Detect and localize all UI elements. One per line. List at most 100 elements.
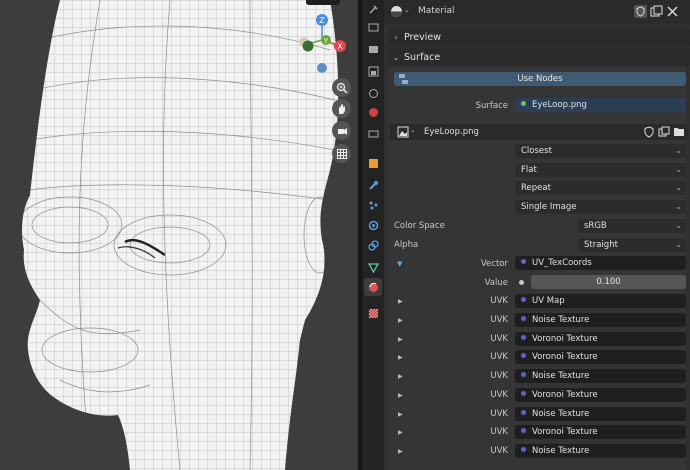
uvk-label: UVK [490, 427, 508, 437]
color-space-label: Color Space [394, 221, 445, 231]
chevron-down-icon: ⌄ [675, 183, 682, 192]
socket-dot [521, 428, 526, 433]
uvk-input-field[interactable]: Voronoi Texture [515, 425, 686, 439]
value-label: Value [484, 278, 508, 288]
expand-right-icon[interactable]: ▶ [398, 336, 403, 343]
image-icon[interactable] [397, 126, 409, 138]
expand-right-icon[interactable]: ▶ [398, 448, 403, 455]
socket-dot [521, 410, 526, 415]
material-type-icon[interactable] [390, 5, 403, 18]
physics-tab-icon[interactable] [364, 216, 382, 234]
svg-text:Y: Y [323, 37, 329, 45]
vector-label: Vector [480, 259, 508, 269]
expand-right-icon[interactable]: ▶ [398, 411, 403, 418]
socket-dot [521, 447, 526, 452]
surface-shader-field[interactable]: EyeLoop.png [515, 98, 686, 112]
expand-right-icon[interactable]: ▶ [398, 317, 403, 324]
extension-dropdown[interactable]: Repeat ⌄ [515, 181, 686, 195]
socket-dot [521, 335, 526, 340]
node-tree-icon [399, 74, 408, 84]
header-title: Material [418, 6, 455, 16]
value-slider[interactable]: 0.100 [531, 275, 686, 289]
interpolation-dropdown[interactable]: Closest ⌄ [515, 144, 686, 158]
uvk-input-field[interactable]: Noise Texture [515, 407, 686, 421]
expand-right-icon[interactable]: ▶ [398, 429, 403, 436]
uvk-label: UVK [490, 446, 508, 456]
chevron-down-icon: ⌄ [675, 221, 682, 230]
socket-dot [519, 280, 524, 285]
surface-panel-header[interactable]: ⌄ Surface [388, 48, 690, 67]
socket-dot [521, 259, 526, 264]
uvk-label: UVK [490, 371, 508, 381]
scene-tab-icon[interactable] [364, 84, 382, 102]
image-name[interactable]: EyeLoop.png [424, 127, 479, 137]
tool-tab-icon[interactable] [364, 0, 382, 18]
texture-tab-icon[interactable] [364, 304, 382, 322]
open-folder-icon[interactable] [673, 126, 685, 138]
svg-text:X: X [337, 42, 343, 51]
surface-label: Surface [475, 101, 508, 111]
expand-right-icon[interactable]: ▶ [398, 298, 403, 305]
zoom-icon[interactable] [332, 78, 351, 97]
svg-text:Z: Z [319, 16, 325, 25]
camera-view-icon[interactable] [332, 121, 351, 140]
expand-right-icon[interactable]: ▶ [398, 373, 403, 380]
expand-right-icon[interactable]: ▶ [398, 392, 403, 399]
uvk-input-field[interactable]: Voronoi Texture [515, 350, 686, 364]
chevron-down-icon[interactable]: ⌄ [404, 6, 410, 14]
uvk-input-field[interactable]: Noise Texture [515, 444, 686, 458]
color-space-dropdown[interactable]: sRGB ⌄ [578, 219, 686, 233]
uvk-input-field[interactable]: Voronoi Texture [515, 332, 686, 346]
preview-panel-header[interactable]: › Preview [388, 28, 690, 47]
navigation-gizmo[interactable]: Z X Y [290, 6, 350, 86]
fake-user-shield-icon[interactable] [643, 126, 655, 138]
world-tab-icon[interactable] [364, 103, 382, 121]
expand-right-icon[interactable]: ▶ [398, 354, 403, 361]
collection-tab-icon[interactable] [364, 124, 382, 142]
uvk-label: UVK [490, 390, 508, 400]
data-tab-icon[interactable] [364, 258, 382, 276]
chevron-down-icon: ⌄ [675, 202, 682, 211]
uvk-input-field[interactable]: UV Map [515, 294, 686, 308]
output-tab-icon[interactable] [364, 40, 382, 58]
properties-tabs [362, 0, 384, 470]
duplicate-icon[interactable] [658, 126, 670, 138]
alpha-dropdown[interactable]: Straight ⌄ [578, 238, 686, 252]
uvk-input-field[interactable]: Noise Texture [515, 313, 686, 327]
chevron-down-icon[interactable]: ⌄ [410, 126, 416, 134]
vector-input-field[interactable]: UV_TexCoords [515, 256, 686, 270]
3d-viewport[interactable]: Z X Y [0, 0, 358, 470]
pan-hand-icon[interactable] [332, 99, 351, 118]
modifier-wrench-icon[interactable] [364, 176, 382, 194]
object-tab-icon[interactable] [364, 154, 382, 172]
uvk-label: UVK [490, 409, 508, 419]
fake-user-shield-icon[interactable] [634, 5, 647, 18]
chevron-down-icon: ⌄ [392, 53, 400, 62]
use-nodes-button[interactable]: Use Nodes [394, 72, 686, 86]
socket-dot [521, 297, 526, 302]
socket-dot [521, 391, 526, 396]
expand-down-icon[interactable]: ▼ [397, 260, 402, 268]
socket-dot [521, 353, 526, 358]
socket-dot [521, 316, 526, 321]
socket-dot [521, 101, 526, 106]
uvk-input-field[interactable]: Noise Texture [515, 369, 686, 383]
chevron-down-icon: ⌄ [675, 146, 682, 155]
duplicate-icon[interactable] [650, 5, 663, 18]
uvk-label: UVK [490, 334, 508, 344]
delete-x-icon[interactable] [666, 5, 679, 18]
perspective-grid-icon[interactable] [332, 144, 351, 163]
properties-header: ⌄ Material [384, 0, 690, 24]
socket-dot [521, 372, 526, 377]
gizmo-neg-z-axis [317, 63, 327, 73]
constraints-tab-icon[interactable] [364, 236, 382, 254]
projection-dropdown[interactable]: Flat ⌄ [515, 163, 686, 177]
source-dropdown[interactable]: Single Image ⌄ [515, 200, 686, 214]
material-tab-icon[interactable] [364, 278, 382, 296]
view-layer-tab-icon[interactable] [364, 62, 382, 80]
particles-tab-icon[interactable] [364, 196, 382, 214]
image-datablock-row: ⌄ EyeLoop.png [390, 124, 688, 140]
chevron-right-icon: › [394, 33, 398, 42]
render-tab-icon[interactable] [364, 18, 382, 36]
uvk-input-field[interactable]: Voronoi Texture [515, 388, 686, 402]
